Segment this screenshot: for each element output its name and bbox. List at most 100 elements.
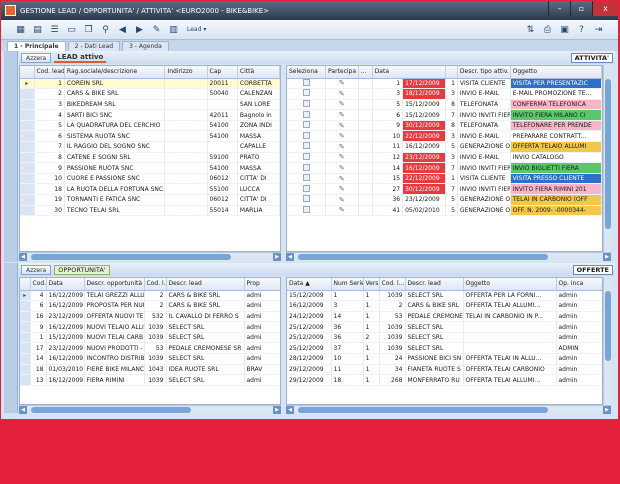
table-cell[interactable]: admin (556, 353, 602, 365)
table-row[interactable]: 9 PASSIONE RUOTA SNC 54100 MASSA (20, 162, 280, 174)
col-header[interactable]: Cod. (30, 278, 47, 291)
table-cell[interactable] (358, 99, 373, 111)
table-cell[interactable]: NUOVI TELAIO ALLI (84, 321, 145, 333)
participate-icon[interactable]: ✎ (339, 132, 345, 140)
table-cell[interactable]: INVIO BIGLIETTI FIERA (510, 162, 602, 174)
scroll-left-icon[interactable]: ◀ (286, 406, 294, 414)
table-cell[interactable] (358, 141, 373, 153)
table-cell[interactable]: SARTI BICI SNC (64, 109, 166, 121)
table-icon[interactable]: ▤ (30, 22, 45, 37)
table-cell[interactable]: 1039 (144, 332, 167, 344)
table-cell[interactable]: 18 (331, 374, 364, 386)
scroll-left-icon[interactable]: ◀ (19, 253, 27, 261)
table-cell[interactable]: 2 (34, 88, 65, 100)
tab-agenda[interactable]: 3 - Agenda (122, 41, 169, 51)
table-cell[interactable]: 9 (372, 120, 404, 132)
scroll-left-icon[interactable]: ◀ (19, 406, 27, 414)
table-cell[interactable]: 5 (445, 194, 458, 206)
table-row[interactable]: 29/12/2009 11 1 34 FIANETA RUOTE S OFFERTA TE… (287, 364, 602, 376)
attivita-vscrollbar[interactable] (603, 65, 611, 252)
maximize-button[interactable]: ▫ (570, 1, 592, 16)
offerte-vscrollbar[interactable] (603, 277, 611, 405)
table-cell[interactable]: 23/12/2009 (46, 342, 85, 355)
list-icon[interactable]: ☰ (47, 22, 62, 37)
attivita-grid[interactable]: Seleziona Partecipa ... Data Descr. tipo… (286, 65, 603, 252)
table-cell[interactable]: 9 (34, 162, 65, 174)
col-header[interactable]: Descr. tipo attiv. (457, 66, 511, 79)
table-cell[interactable]: Bagnolo in (237, 109, 280, 121)
table-cell[interactable]: 1 (331, 290, 364, 302)
table-row[interactable]: 1 15/12/2009 NUOVI TELAI CARB 1039 SELECT SR… (20, 332, 280, 344)
table-cell[interactable]: VISITA PER PRESENTAZIC (510, 78, 602, 90)
col-header[interactable]: Vers. (363, 278, 380, 291)
table-cell[interactable]: INVIO INVITI FIER (457, 162, 511, 174)
table-cell[interactable] (358, 120, 373, 132)
table-cell[interactable] (358, 152, 373, 164)
table-row[interactable]: 28/12/2009 10 1 24 PASSIONE BICI SN OFFERTA T… (287, 353, 602, 365)
col-header[interactable]: Cod. lead (34, 66, 65, 79)
table-cell[interactable]: SAN LORE (237, 99, 280, 111)
table-cell[interactable]: 25/12/2009 (287, 342, 332, 355)
table-cell[interactable] (358, 173, 373, 185)
table-cell[interactable] (164, 88, 208, 100)
table-cell[interactable]: 19 (34, 194, 65, 206)
opp-hscrollbar[interactable]: ◀ ▶ (19, 405, 281, 414)
table-cell[interactable]: CARS & BIKE SRL (405, 300, 464, 312)
table-cell[interactable]: 59100 (207, 152, 238, 164)
table-row[interactable]: ✎ 11 16/12/2009 5 GENERAZIONE OF OFFERTA TELA… (287, 141, 602, 153)
col-header[interactable]: Indirizzo (164, 66, 208, 79)
table-cell[interactable] (164, 78, 208, 90)
grid-icon[interactable]: ▦ (13, 22, 28, 37)
table-cell[interactable]: 54100 (207, 162, 238, 174)
row-indicator[interactable] (20, 342, 31, 355)
participate-icon[interactable]: ✎ (339, 111, 345, 119)
table-cell[interactable]: 16/12/2009 (46, 353, 85, 365)
table-cell[interactable] (358, 205, 373, 217)
table-cell[interactable]: TELAI GREZZI ALLU (84, 290, 145, 302)
tab-principale[interactable]: 1 - Principale (7, 41, 66, 51)
participate-icon[interactable]: ✎ (339, 143, 345, 151)
table-cell[interactable]: 27 (372, 183, 404, 196)
table-cell[interactable]: 2 (144, 300, 167, 312)
table-cell[interactable]: TELAI IN CARBONIO IN P... (463, 311, 557, 323)
table-cell[interactable]: ✎ (325, 78, 359, 90)
table-cell[interactable]: NUOVI TELAI CARB (84, 332, 145, 344)
table-cell[interactable]: 16/12/2009 (46, 321, 85, 333)
table-cell[interactable]: 15/12/2009 (46, 332, 85, 344)
table-cell[interactable]: 10 (34, 173, 65, 185)
table-cell[interactable]: 3 (372, 88, 404, 100)
table-cell[interactable]: ✎ (325, 109, 359, 121)
table-cell[interactable]: 1 (363, 321, 380, 333)
participate-icon[interactable]: ✎ (339, 90, 345, 98)
col-header[interactable]: Op. inca (556, 278, 602, 291)
table-cell[interactable]: CAPALLE (237, 141, 280, 153)
table-cell[interactable]: ✎ (325, 194, 359, 206)
offerte-hscrollbar[interactable]: ◀ ▶ (286, 405, 611, 414)
col-header[interactable]: Cod. l... (379, 278, 406, 291)
table-cell[interactable]: SELECT SRL (405, 321, 464, 333)
table-cell[interactable]: 1039 (144, 321, 167, 333)
table-cell[interactable]: 16/12/2009 (402, 162, 446, 174)
row-indicator[interactable] (20, 152, 35, 164)
table-cell[interactable] (287, 130, 327, 143)
table-cell[interactable] (358, 183, 373, 196)
table-cell[interactable] (164, 173, 208, 185)
offerte-button[interactable]: OFFERTE (572, 264, 613, 275)
table-row[interactable]: 6 SISTEMA RUOTA SNC 54100 MASSA (20, 130, 280, 143)
lead-azzera-button[interactable]: Azzera (21, 52, 52, 63)
table-cell[interactable] (287, 88, 327, 100)
table-row[interactable]: ✎ 3 18/12/2009 3 INVIO E-MAIL E-MAIL PROMOZIO… (287, 88, 602, 100)
scroll-left-icon[interactable]: ◀ (286, 253, 294, 261)
table-cell[interactable]: 15 (372, 173, 404, 185)
table-cell[interactable]: 5 (445, 141, 458, 153)
table-cell[interactable]: OFFERTA TELAIO ALLUMI (510, 141, 602, 153)
table-cell[interactable]: VISITA PRESSO CLIENTE (510, 173, 602, 185)
table-cell[interactable]: 1039 (379, 332, 406, 344)
row-indicator[interactable] (20, 109, 35, 121)
table-cell[interactable]: 1 (363, 374, 380, 386)
table-cell[interactable]: 16/12/2009 (46, 290, 85, 302)
table-cell[interactable]: 3 (445, 152, 458, 164)
table-cell[interactable]: 1 (445, 173, 458, 185)
col-header[interactable]: Oggetto (510, 66, 602, 79)
attivita-button[interactable]: ATTIVITA' (570, 52, 613, 63)
